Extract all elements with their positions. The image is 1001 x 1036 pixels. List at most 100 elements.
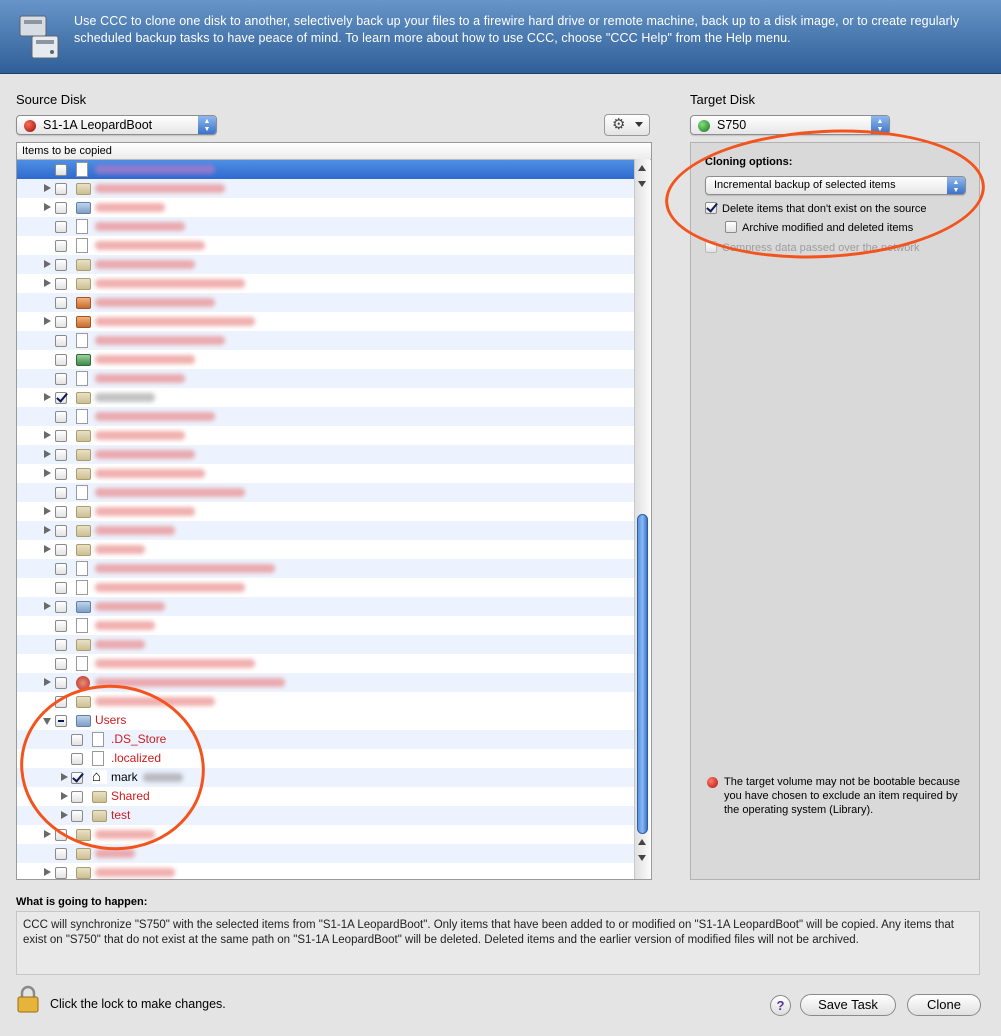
row-checkbox[interactable] [55, 506, 67, 518]
row-checkbox[interactable] [55, 221, 67, 233]
row-checkbox[interactable] [55, 373, 67, 385]
table-row[interactable] [17, 426, 634, 445]
row-checkbox[interactable] [55, 240, 67, 252]
scroll-down-icon[interactable] [638, 181, 646, 187]
table-row[interactable] [17, 274, 634, 293]
table-row[interactable] [17, 825, 634, 844]
delete-items-checkbox[interactable] [705, 202, 717, 214]
tree-scrollbar[interactable] [634, 159, 650, 879]
table-row[interactable] [17, 483, 634, 502]
archive-checkbox[interactable] [725, 221, 737, 233]
row-checkbox[interactable] [55, 335, 67, 347]
table-row[interactable] [17, 559, 634, 578]
table-row[interactable] [17, 369, 634, 388]
row-checkbox[interactable] [55, 620, 67, 632]
table-row[interactable]: .DS_Store [17, 730, 634, 749]
table-row[interactable] [17, 578, 634, 597]
table-row[interactable] [17, 597, 634, 616]
target-disk-popup[interactable]: S750 ▲ ▼ [690, 115, 890, 135]
table-row[interactable] [17, 350, 634, 369]
scroll-up-icon[interactable] [638, 165, 646, 171]
table-row[interactable] [17, 198, 634, 217]
scroll-up-icon[interactable] [638, 839, 646, 845]
disclosure-triangle-icon[interactable] [44, 830, 51, 838]
row-checkbox[interactable] [71, 734, 83, 746]
table-row[interactable] [17, 844, 634, 863]
table-row[interactable] [17, 654, 634, 673]
scroll-down-icon[interactable] [638, 855, 646, 861]
clone-button[interactable]: Clone [907, 994, 981, 1016]
table-row[interactable] [17, 388, 634, 407]
table-row[interactable]: test [17, 806, 634, 825]
row-checkbox[interactable] [55, 449, 67, 461]
table-row[interactable] [17, 464, 634, 483]
row-checkbox[interactable] [71, 772, 83, 784]
disclosure-triangle-icon[interactable] [61, 811, 68, 819]
row-checkbox[interactable] [55, 867, 67, 879]
table-row[interactable]: ⌂ mark [17, 768, 634, 787]
row-checkbox[interactable] [71, 791, 83, 803]
table-row[interactable]: .localized [17, 749, 634, 768]
disclosure-triangle-icon[interactable] [44, 431, 51, 439]
disclosure-triangle-icon[interactable] [44, 279, 51, 287]
disclosure-triangle-icon[interactable] [44, 317, 51, 325]
table-row[interactable] [17, 293, 634, 312]
row-checkbox[interactable] [55, 164, 67, 176]
disclosure-triangle-icon[interactable] [44, 602, 51, 610]
lock-icon[interactable] [16, 985, 40, 1013]
table-row[interactable] [17, 502, 634, 521]
items-tree[interactable]: Items to be copied Users .DS_Store .locali… [16, 142, 652, 880]
table-row[interactable] [17, 445, 634, 464]
disclosure-triangle-icon[interactable] [44, 203, 51, 211]
row-checkbox[interactable] [55, 430, 67, 442]
row-checkbox[interactable] [55, 658, 67, 670]
row-checkbox[interactable] [71, 753, 83, 765]
table-row[interactable] [17, 521, 634, 540]
disclosure-triangle-icon[interactable] [44, 260, 51, 268]
disclosure-triangle-icon[interactable] [61, 792, 68, 800]
backup-mode-popup[interactable]: Incremental backup of selected items ▲ ▼ [705, 176, 966, 195]
users-folder-row[interactable]: Users [17, 711, 634, 730]
row-checkbox[interactable] [55, 582, 67, 594]
row-checkbox[interactable] [55, 354, 67, 366]
table-row[interactable]: Shared [17, 787, 634, 806]
row-checkbox[interactable] [55, 677, 67, 689]
source-disk-popup[interactable]: S1-1A LeopardBoot ▲ ▼ [16, 115, 217, 135]
disclosure-triangle-icon[interactable] [44, 868, 51, 876]
row-checkbox[interactable] [55, 411, 67, 423]
scroll-thumb[interactable] [637, 514, 648, 834]
row-checkbox[interactable] [55, 601, 67, 613]
row-checkbox[interactable] [55, 696, 67, 708]
table-row[interactable] [17, 673, 634, 692]
row-checkbox[interactable] [55, 525, 67, 537]
row-checkbox[interactable] [55, 468, 67, 480]
disclosure-triangle-icon[interactable] [44, 393, 51, 401]
help-button[interactable]: ? [770, 995, 791, 1016]
table-row[interactable] [17, 331, 634, 350]
disclosure-triangle-icon[interactable] [44, 678, 51, 686]
row-checkbox[interactable] [55, 544, 67, 556]
table-row[interactable] [17, 540, 634, 559]
disclosure-triangle-icon[interactable] [44, 545, 51, 553]
table-row[interactable] [17, 692, 634, 711]
disclosure-triangle-icon[interactable] [44, 526, 51, 534]
row-checkbox[interactable] [55, 297, 67, 309]
save-task-button[interactable]: Save Task [800, 994, 896, 1016]
row-checkbox[interactable] [55, 563, 67, 575]
table-row[interactable] [17, 255, 634, 274]
row-checkbox[interactable] [55, 202, 67, 214]
table-row[interactable] [17, 616, 634, 635]
disclosure-triangle-icon[interactable] [61, 773, 68, 781]
row-checkbox[interactable] [55, 392, 67, 404]
gear-menu-button[interactable]: ⚙ [604, 114, 650, 136]
disclosure-triangle-icon[interactable] [44, 184, 51, 192]
row-checkbox[interactable] [71, 810, 83, 822]
row-checkbox[interactable] [55, 848, 67, 860]
disclosure-triangle-icon[interactable] [44, 469, 51, 477]
table-row[interactable] [17, 236, 634, 255]
disclosure-triangle-icon[interactable] [43, 718, 51, 725]
row-checkbox[interactable] [55, 259, 67, 271]
table-row[interactable] [17, 635, 634, 654]
table-row[interactable] [17, 863, 634, 879]
users-checkbox[interactable] [55, 715, 67, 727]
